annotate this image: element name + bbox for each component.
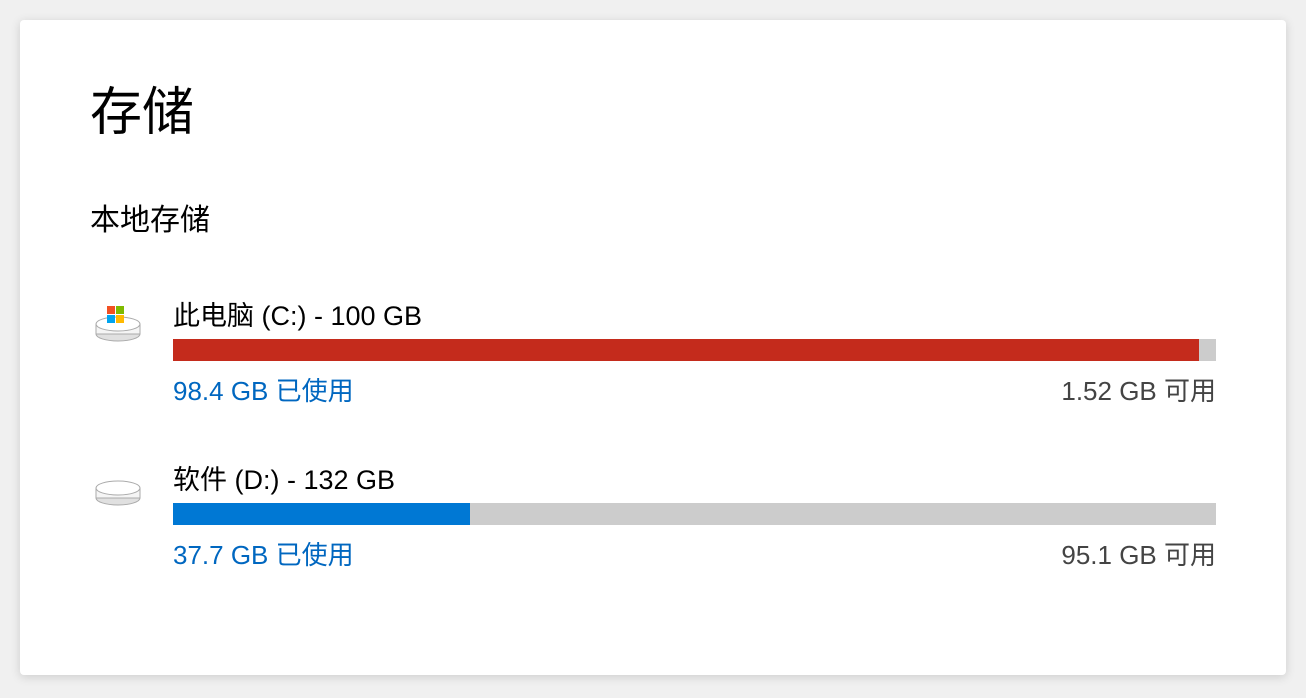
system-drive-icon [93, 304, 143, 344]
drive-content: 此电脑 (C:) - 100 GB 98.4 GB 已使用 1.52 GB 可用 [173, 294, 1216, 408]
drive-stats: 37.7 GB 已使用 95.1 GB 可用 [173, 535, 1216, 572]
section-title: 本地存储 [90, 195, 1216, 239]
drive-item-d[interactable]: 软件 (D:) - 132 GB 37.7 GB 已使用 95.1 GB 可用 [90, 458, 1216, 572]
drive-free-text: 95.1 GB 可用 [1061, 535, 1216, 572]
drive-progress-bar [173, 503, 1216, 525]
drive-progress-bar [173, 339, 1216, 361]
drive-item-c[interactable]: 此电脑 (C:) - 100 GB 98.4 GB 已使用 1.52 GB 可用 [90, 294, 1216, 408]
drive-label: 软件 (D:) - 132 GB [173, 458, 1216, 497]
page-title: 存储 [90, 70, 1216, 145]
drive-used-text: 37.7 GB 已使用 [173, 535, 354, 572]
drive-used-text: 98.4 GB 已使用 [173, 371, 354, 408]
drive-stats: 98.4 GB 已使用 1.52 GB 可用 [173, 371, 1216, 408]
drive-label: 此电脑 (C:) - 100 GB [173, 294, 1216, 333]
drive-free-text: 1.52 GB 可用 [1061, 371, 1216, 408]
drive-icon-wrapper [90, 294, 145, 344]
drive-icon-wrapper [90, 458, 145, 508]
drive-progress-fill [173, 339, 1199, 361]
drive-content: 软件 (D:) - 132 GB 37.7 GB 已使用 95.1 GB 可用 [173, 458, 1216, 572]
storage-settings-card: 存储 本地存储 此电脑 (C:) - 100 GB [20, 20, 1286, 675]
data-drive-icon [93, 468, 143, 508]
drive-progress-fill [173, 503, 470, 525]
